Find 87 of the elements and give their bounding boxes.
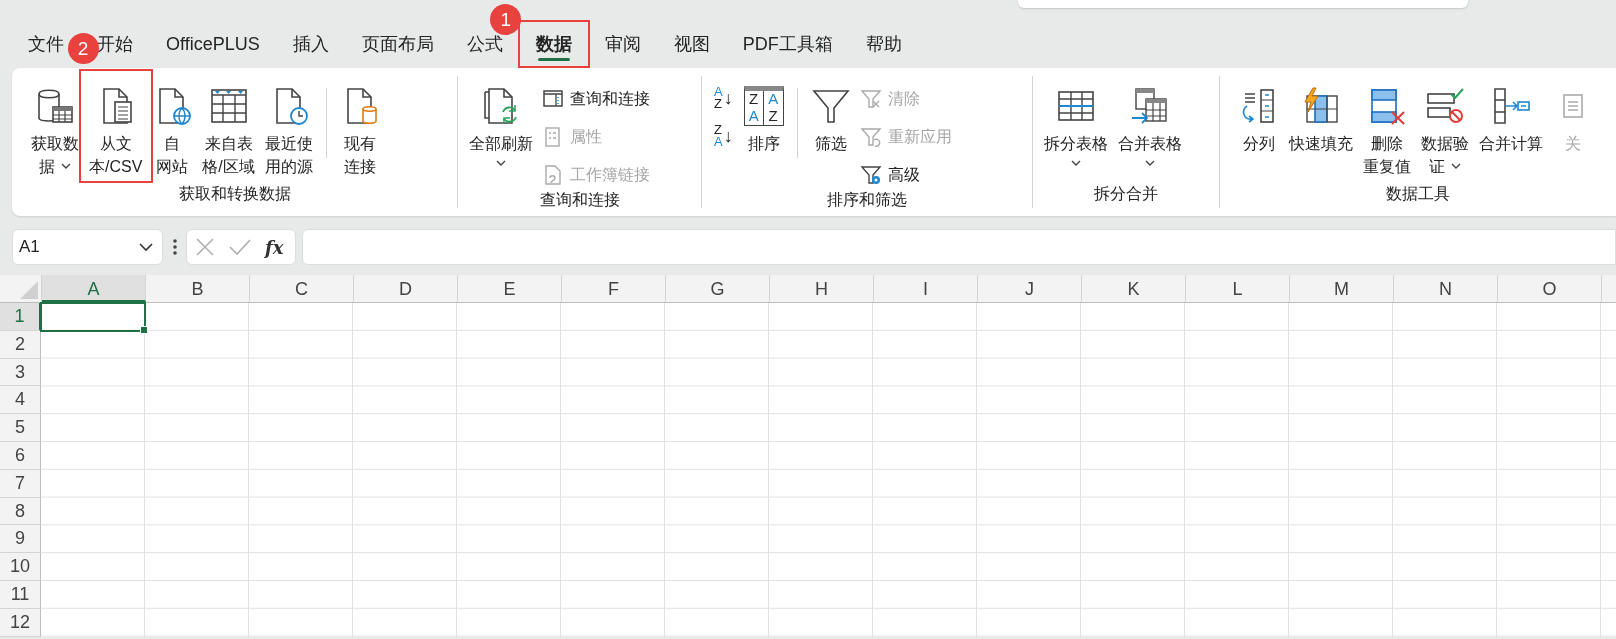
chevron-down-icon[interactable] [138,242,154,252]
group-label: 数据工具 [1386,184,1450,204]
column-header[interactable]: L [1186,275,1290,302]
column-header[interactable]: O [1498,275,1602,302]
tab[interactable]: 帮助 [865,29,902,61]
consolidate-icon [1491,86,1531,126]
column-header[interactable]: E [458,275,562,302]
ribbon-button[interactable]: 筛选 [805,76,856,155]
row-header[interactable]: 8 [0,497,41,526]
column-header[interactable]: C [250,275,354,302]
row-header[interactable]: 2 [0,330,41,359]
selected-tab-underline [537,58,570,61]
annotation-number: 2 [67,32,99,64]
column-header[interactable]: M [1290,275,1394,302]
funnel-gear-icon [859,164,882,186]
data-validation-icon [1425,86,1465,126]
column-header[interactable]: F [562,275,666,302]
ribbon-button[interactable]: 自 网站 [147,76,198,178]
query-panel-icon [542,88,564,110]
column-header[interactable]: D [354,275,458,302]
ribbon-button[interactable]: 快速填充 [1284,76,1358,155]
ribbon-button[interactable]: 从文 本/CSV [84,76,148,178]
workbook-link-icon [542,164,564,186]
funnel-reapply-icon [859,126,882,148]
ribbon-button[interactable]: 合并表格 [1113,76,1187,171]
ribbon-button[interactable]: 全部刷新 [464,76,538,171]
column-header[interactable]: I [874,275,978,302]
row-header[interactable]: 10 [0,553,41,581]
formula-input[interactable] [302,229,1616,265]
chevron-down-icon[interactable] [1451,163,1461,170]
row-header[interactable]: 3 [0,358,41,387]
group-label: 排序和筛选 [827,190,907,210]
column-header[interactable]: K [1082,275,1186,302]
name-box[interactable]: A1 [12,229,163,265]
row-header[interactable]: 5 [0,414,41,442]
column-header[interactable]: N [1394,275,1498,302]
ribbon-button[interactable]: 删除 重复值 [1358,76,1416,178]
merge-tables-icon [1130,86,1170,126]
ribbon-button[interactable]: Z A A Z 排序 [738,76,789,155]
chevron-down-icon[interactable] [61,163,71,170]
chevron-down-icon[interactable] [1071,159,1081,167]
flash-fill-icon [1301,86,1341,126]
tab[interactable]: 审阅 [604,29,641,61]
column-header[interactable]: B [146,275,250,302]
ribbon-button[interactable]: 最近使 用的源 [259,76,318,178]
group-label: 查询和连接 [539,190,620,210]
row-header[interactable]: 9 [0,525,41,554]
tab[interactable]: PDF工具箱 [742,29,833,61]
chevron-down-icon[interactable] [496,159,506,167]
tab[interactable]: 页面布局 [361,29,434,61]
ribbon-button[interactable]: 拆分表格 [1039,76,1113,171]
row-header[interactable]: 7 [0,469,41,498]
row-header[interactable]: 4 [0,386,41,415]
tab[interactable]: OfficePLUS [166,29,260,61]
more-options-icon[interactable] [173,238,177,256]
row-header[interactable]: 6 [0,442,41,470]
column-header[interactable]: G [666,275,770,302]
row-header[interactable]: 11 [0,580,41,609]
ribbon-button[interactable]: 合并计算 [1474,76,1548,155]
row-header[interactable]: 12 [0,608,41,637]
tab[interactable]: 插入 [292,29,329,61]
column-header[interactable]: H [770,275,874,302]
table-grid-icon [208,86,249,126]
ribbon-button[interactable]: 查询和连接 [542,84,650,114]
tab[interactable]: 文件 [28,29,64,61]
ribbon-button[interactable]: 获取数 据 [26,76,84,178]
ribbon-button[interactable]: 数据验 证 [1416,76,1474,178]
active-cell[interactable] [40,302,146,332]
tab[interactable]: 视图 [673,29,710,61]
ribbon-button[interactable]: 来自表 格/区域 [197,76,260,178]
tab[interactable]: 开始 [97,29,133,61]
group-label: 获取和转换数据 [178,184,291,204]
insert-function-button[interactable]: fx [265,236,284,258]
fill-handle[interactable] [140,325,148,334]
database-table-icon [35,86,75,126]
group-label: 拆分合并 [1094,184,1158,204]
sort-icon[interactable]: Z A A Z [743,86,784,126]
ribbon-button[interactable]: 高级 [859,160,952,190]
column-header[interactable]: A [42,275,146,302]
funnel-clear-icon [859,88,882,110]
tab[interactable]: 数据 [535,29,572,61]
ribbon-button[interactable]: 分列 [1234,76,1284,155]
row-header[interactable]: 1 [0,303,41,331]
ribbon-button[interactable]: 现有 连接 [334,76,385,178]
chevron-down-icon[interactable] [1145,159,1155,167]
annotation-number: 1 [490,3,522,35]
column-header[interactable]: J [978,275,1082,302]
